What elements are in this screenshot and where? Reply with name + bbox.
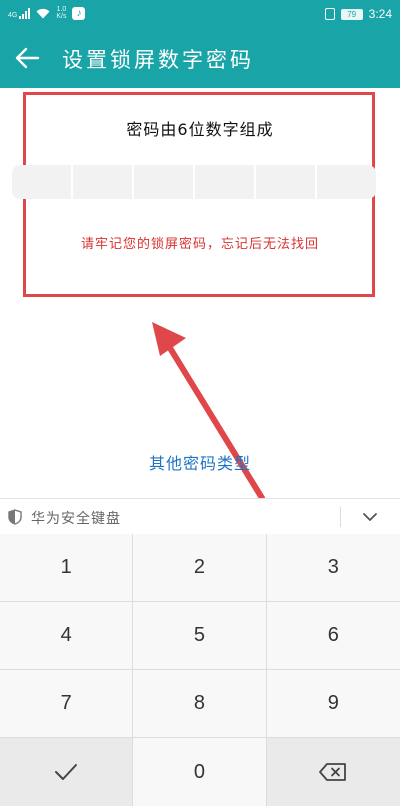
key-4[interactable]: 4: [0, 602, 134, 670]
keyboard-label: 华为安全键盘: [31, 511, 121, 527]
key-9[interactable]: 9: [266, 670, 400, 738]
confirm-key[interactable]: [0, 738, 134, 806]
key-1[interactable]: 1: [0, 534, 134, 602]
numeric-keypad: 1 2 3 4 5 6 7 8 9 0: [0, 534, 400, 806]
key-5[interactable]: 5: [133, 602, 267, 670]
key-0[interactable]: 0: [133, 738, 267, 806]
backspace-icon: [319, 763, 347, 781]
key-3[interactable]: 3: [266, 534, 400, 602]
key-8[interactable]: 8: [133, 670, 267, 738]
keyboard-toolbar: 华为安全键盘: [0, 498, 400, 535]
key-7[interactable]: 7: [0, 670, 134, 738]
delete-key[interactable]: [266, 738, 400, 806]
shield-icon: [8, 509, 22, 525]
key-6[interactable]: 6: [266, 602, 400, 670]
key-2[interactable]: 2: [133, 534, 267, 602]
other-password-types-link[interactable]: 其他密码类型: [0, 450, 400, 474]
chevron-down-icon[interactable]: [362, 509, 378, 525]
checkmark-icon: [55, 764, 78, 780]
toolbar-divider: [340, 507, 341, 527]
